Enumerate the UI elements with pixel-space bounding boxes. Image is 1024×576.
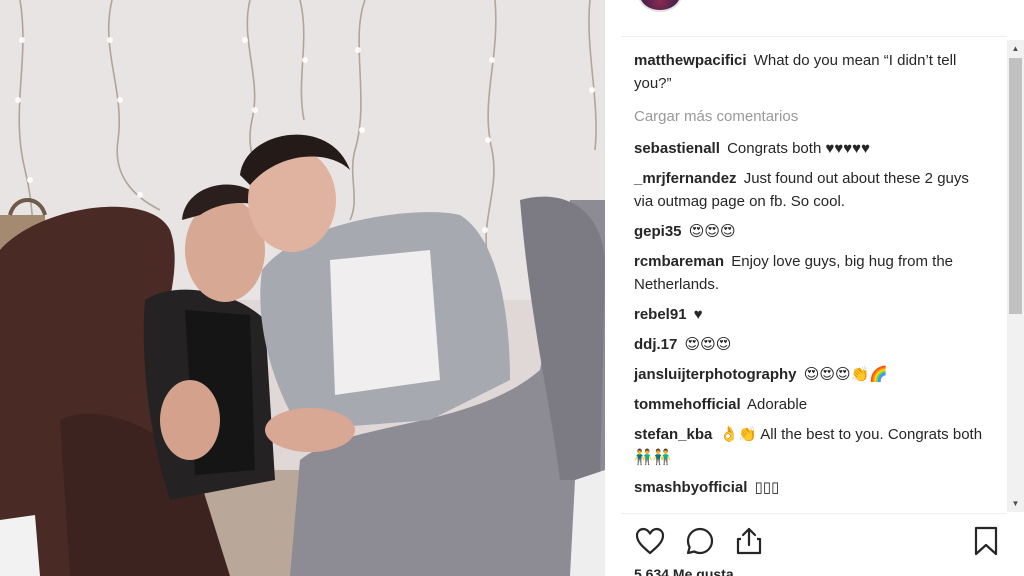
- comment-username[interactable]: jansluijterphotography: [634, 366, 797, 383]
- comments-scrollbar[interactable]: ▲ ▼: [1007, 40, 1024, 512]
- comment-username[interactable]: sebastienall: [634, 140, 720, 157]
- header-divider: [621, 36, 1007, 37]
- heart-icon: [635, 527, 665, 555]
- comment-text: ♥: [693, 306, 703, 323]
- comment-text: Adorable: [747, 396, 808, 413]
- comment-text: 😍😍😍: [684, 336, 732, 353]
- like-button[interactable]: [633, 522, 667, 560]
- comment-item: _mrjfernandez Just found out about these…: [634, 167, 986, 213]
- comment-item: jansluijterphotography 😍😍😍👏🌈: [634, 363, 986, 386]
- save-button[interactable]: [969, 522, 1003, 560]
- comment-username[interactable]: smashbyofficial: [634, 479, 747, 496]
- photo-illustration: [0, 0, 605, 576]
- comment-bubble-icon: [686, 527, 714, 555]
- comment-item: ddj.17 😍😍😍: [634, 333, 986, 356]
- comment-item: smashbyofficial ▯▯▯: [634, 476, 986, 499]
- scroll-thumb[interactable]: [1009, 58, 1022, 314]
- comment-item: rcmbareman Enjoy love guys, big hug from…: [634, 250, 986, 296]
- scroll-up-arrow-icon[interactable]: ▲: [1007, 40, 1024, 57]
- comment-item: rebel91 ♥: [634, 303, 986, 326]
- share-button[interactable]: [732, 522, 766, 560]
- comment-item: gepi35 😍😍😍: [634, 220, 986, 243]
- comments-panel: matthewpacifici What do you mean “I didn…: [605, 0, 1024, 576]
- comment-button[interactable]: [683, 522, 717, 560]
- comment-username[interactable]: rcmbareman: [634, 253, 724, 270]
- post-photo[interactable]: [0, 0, 605, 576]
- comment-text: 😍😍😍👏🌈: [803, 366, 888, 383]
- post-actions-bar: [633, 522, 1003, 562]
- share-icon: [736, 527, 762, 555]
- comment-username[interactable]: gepi35: [634, 223, 682, 240]
- comment-username[interactable]: rebel91: [634, 306, 687, 323]
- scroll-down-arrow-icon[interactable]: ▼: [1007, 495, 1024, 512]
- load-more-comments-link[interactable]: Cargar más comentarios: [634, 105, 986, 128]
- bookmark-icon: [974, 526, 998, 556]
- actions-divider: [621, 513, 1007, 514]
- comments-list: matthewpacifici What do you mean “I didn…: [634, 49, 986, 506]
- comment-text: ▯▯▯: [754, 479, 780, 496]
- comment-username[interactable]: _mrjfernandez: [634, 170, 737, 187]
- likes-count[interactable]: 5.634 Me gusta: [634, 566, 734, 576]
- comment-item: tommehofficial Adorable: [634, 393, 986, 416]
- caption-comment: matthewpacifici What do you mean “I didn…: [634, 49, 986, 95]
- comment-item: sebastienall Congrats both ♥♥♥♥♥: [634, 137, 986, 160]
- comment-username[interactable]: stefan_kba: [634, 426, 712, 443]
- comment-username[interactable]: tommehofficial: [634, 396, 741, 413]
- comment-text: Congrats both ♥♥♥♥♥: [727, 140, 870, 157]
- comment-item: stefan_kba 👌👏 All the best to you. Congr…: [634, 423, 986, 469]
- comment-username[interactable]: matthewpacifici: [634, 52, 747, 69]
- comment-text: 😍😍😍: [688, 223, 736, 240]
- comment-username[interactable]: ddj.17: [634, 336, 677, 353]
- author-avatar[interactable]: [638, 0, 682, 12]
